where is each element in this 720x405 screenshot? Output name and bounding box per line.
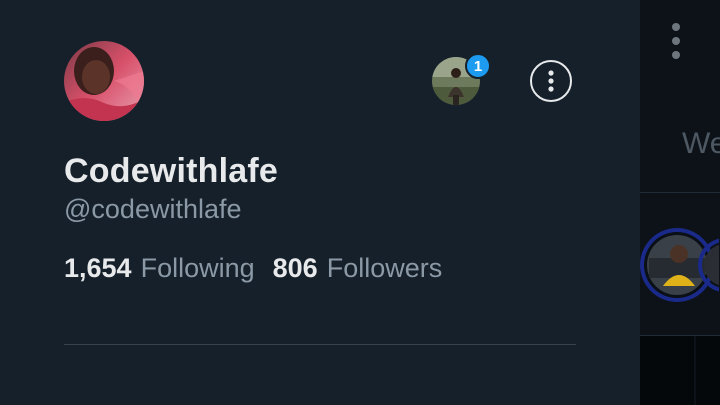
notification-badge: 1	[465, 53, 491, 79]
more-vertical-icon	[548, 70, 554, 92]
following-label: Following	[140, 253, 255, 283]
following-count: 1,654	[64, 253, 132, 283]
drawer-divider	[64, 344, 576, 345]
background-media-tile[interactable]	[640, 336, 694, 405]
following-link[interactable]: 1,654 Following	[64, 253, 255, 284]
background-media-tile[interactable]	[696, 336, 720, 405]
switch-account-avatar[interactable]: 1	[432, 53, 491, 105]
profile-avatar[interactable]	[64, 41, 144, 121]
profile-handle[interactable]: @codewithlafe	[64, 194, 242, 225]
background-tab-label: We	[682, 127, 720, 160]
account-drawer: 1 Codewithlafe @codewithlafe 1,654 Follo…	[0, 0, 640, 405]
background-divider	[640, 192, 720, 193]
more-options-button[interactable]	[530, 60, 572, 102]
profile-display-name[interactable]: Codewithlafe	[64, 152, 278, 191]
followers-link[interactable]: 806 Followers	[273, 253, 443, 284]
screen: We 1 Codewithlafe @codewithlafe 1,654 Fo…	[0, 0, 720, 405]
followers-label: Followers	[326, 253, 443, 283]
background-more-icon[interactable]	[668, 22, 684, 62]
follow-stats: 1,654 Following 806 Followers	[64, 253, 460, 284]
followers-count: 806	[272, 253, 318, 283]
background-story-avatar[interactable]	[639, 224, 719, 306]
